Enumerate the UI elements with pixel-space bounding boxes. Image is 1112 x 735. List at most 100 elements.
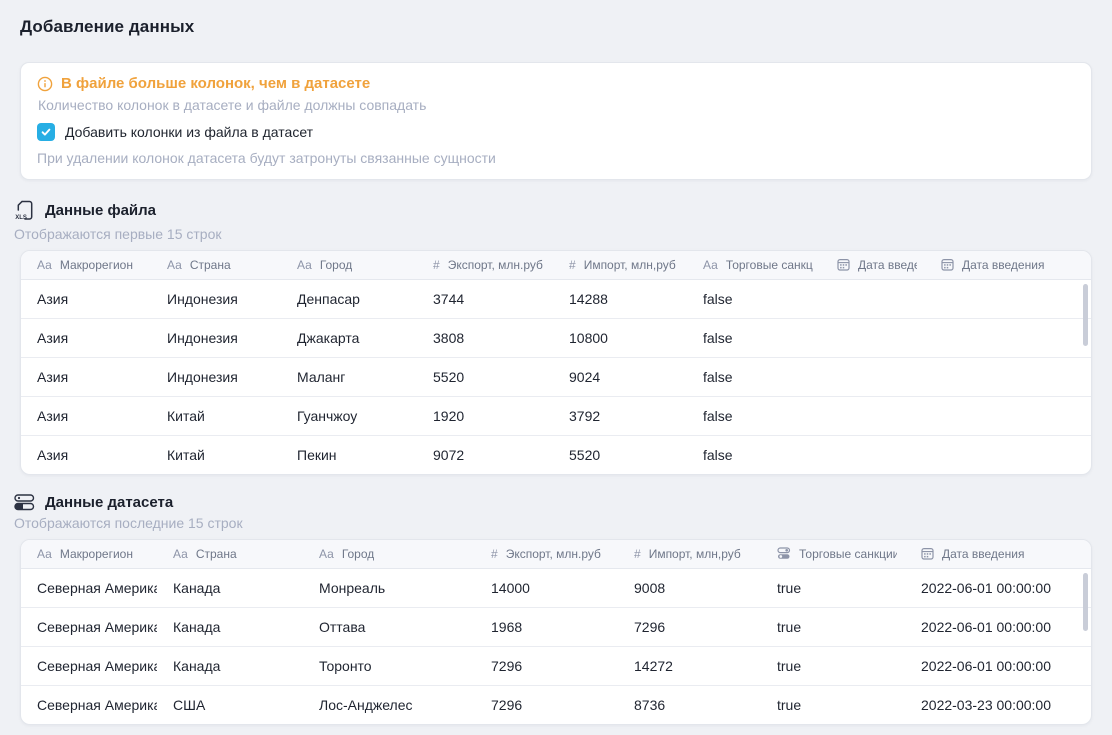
column-header: Аа Макрорегион xyxy=(21,251,151,279)
table-cell: Азия xyxy=(21,435,151,474)
date-type-icon xyxy=(921,547,934,560)
table-cell: false xyxy=(687,279,821,318)
xls-file-icon: XLS xyxy=(14,199,35,222)
table-cell: 2022-06-01 00:00:00 xyxy=(905,646,1091,685)
table-cell: Индонезия xyxy=(151,318,281,357)
table-cell: Северная Америка xyxy=(21,607,157,646)
svg-text:XLS: XLS xyxy=(15,215,27,221)
notice-subtitle: Количество колонок в датасете и файле до… xyxy=(38,97,1075,113)
table-cell: false xyxy=(687,318,821,357)
column-header: #Импорт, млн,руб xyxy=(553,251,687,279)
notice-card: В файле больше колонок, чем в датасете К… xyxy=(20,62,1092,180)
checkbox-label: Добавить колонки из файла в датасет xyxy=(65,124,313,140)
column-header-label: Экспорт, млн.руб xyxy=(448,258,543,272)
table-cell: 5520 xyxy=(553,435,687,474)
column-header: Дата введения xyxy=(821,251,925,279)
table-cell: Северная Америка xyxy=(21,646,157,685)
table-cell xyxy=(925,435,1091,474)
notice-title: В файле больше колонок, чем в датасете xyxy=(61,75,370,92)
vertical-scrollbar-thumb[interactable] xyxy=(1083,573,1088,631)
table-row: Северная АмерикаКанадаТоронто729614272tr… xyxy=(21,646,1091,685)
column-header: # Экспорт, млн.руб xyxy=(417,251,553,279)
table-row: АзияИндонезияМаланг55209024false xyxy=(21,357,1091,396)
table-cell: Оттава xyxy=(303,607,475,646)
table-cell: 14000 xyxy=(475,568,618,607)
text-type-icon: Аа xyxy=(703,259,718,271)
number-type-icon: # xyxy=(491,548,498,560)
table-cell: true xyxy=(761,685,905,724)
table-cell: 10800 xyxy=(553,318,687,357)
text-type-icon: Аа xyxy=(173,548,188,560)
text-type-icon: Аа xyxy=(37,259,52,271)
table-cell: США xyxy=(157,685,303,724)
table-cell: Китай xyxy=(151,396,281,435)
table-cell xyxy=(821,357,925,396)
table-cell xyxy=(821,435,925,474)
table-cell: false xyxy=(687,435,821,474)
table-row: АзияКитайПекин90725520false xyxy=(21,435,1091,474)
table-cell: 9072 xyxy=(417,435,553,474)
table-cell: Северная Америка xyxy=(21,685,157,724)
table-cell: Гуанчжоу xyxy=(281,396,417,435)
dataset-section-subtitle: Отображаются последние 15 строк xyxy=(14,515,1092,531)
text-type-icon: Аа xyxy=(297,259,312,271)
file-section-title: Данные файла xyxy=(45,202,156,219)
table-cell: true xyxy=(761,568,905,607)
database-icon xyxy=(14,494,35,511)
table-cell: Канада xyxy=(157,568,303,607)
column-header: Аа Торговые санкц... xyxy=(687,251,821,279)
table-cell xyxy=(821,279,925,318)
table-cell: Индонезия xyxy=(151,357,281,396)
column-header: # Экспорт, млн.руб xyxy=(475,540,618,568)
table-row: Северная АмерикаКанадаОттава19687296true… xyxy=(21,607,1091,646)
dataset-data-section: Данные датасета Отображаются последние 1… xyxy=(0,494,1112,725)
add-columns-checkbox[interactable]: Добавить колонки из файла в датасет xyxy=(37,123,1075,141)
column-header-label: Экспорт, млн.руб xyxy=(506,547,601,561)
column-header: АаГород xyxy=(281,251,417,279)
column-header-label: Торговые санкц... xyxy=(726,258,813,272)
info-icon xyxy=(37,76,53,92)
table-cell: 1920 xyxy=(417,396,553,435)
table-cell xyxy=(925,396,1091,435)
column-header-label: Импорт, млн,руб xyxy=(584,258,676,272)
number-type-icon: # xyxy=(433,259,440,271)
column-header-label: Дата введения xyxy=(858,258,917,272)
table-cell: 14288 xyxy=(553,279,687,318)
column-header: Торговые санкции xyxy=(761,540,905,568)
table-cell: Денпасар xyxy=(281,279,417,318)
text-type-icon: Аа xyxy=(319,548,334,560)
table-cell: Монреаль xyxy=(303,568,475,607)
checkbox-checked-icon[interactable] xyxy=(37,123,55,141)
table-cell: 3792 xyxy=(553,396,687,435)
file-section-subtitle: Отображаются первые 15 строк xyxy=(14,226,1092,242)
table-cell: 9024 xyxy=(553,357,687,396)
dataset-data-table: АаМакрорегионАаСтранаАаГород#Экспорт, мл… xyxy=(20,539,1092,725)
column-header: #Импорт, млн,руб xyxy=(618,540,761,568)
table-cell: Джакарта xyxy=(281,318,417,357)
table-cell: 7296 xyxy=(618,607,761,646)
table-cell: false xyxy=(687,396,821,435)
table-cell: Маланг xyxy=(281,357,417,396)
text-type-icon: Аа xyxy=(167,259,182,271)
vertical-scrollbar-thumb[interactable] xyxy=(1083,284,1088,346)
table-row: АзияИндонезияДжакарта380810800false xyxy=(21,318,1091,357)
table-cell: Пекин xyxy=(281,435,417,474)
table-cell xyxy=(925,279,1091,318)
column-header-label: Страна xyxy=(190,258,231,272)
column-header-label: Макрорегион xyxy=(60,258,133,272)
column-header-label: Импорт, млн,руб xyxy=(649,547,741,561)
table-row: Северная АмерикаСШАЛос-Анджелес72968736t… xyxy=(21,685,1091,724)
notice-note: При удалении колонок датасета будут затр… xyxy=(37,150,1075,166)
notice-title-row: В файле больше колонок, чем в датасете xyxy=(37,75,1075,92)
table-cell: 3808 xyxy=(417,318,553,357)
table-cell: 1968 xyxy=(475,607,618,646)
table-row: АзияКитайГуанчжоу19203792false xyxy=(21,396,1091,435)
table-cell xyxy=(821,318,925,357)
table-cell: true xyxy=(761,607,905,646)
table-cell: 14272 xyxy=(618,646,761,685)
file-data-table: Аа Макрорегион Аа Страна АаГород # Экспорт, мл… xyxy=(20,250,1092,475)
page-title: Добавление данных xyxy=(0,0,1112,37)
text-type-icon: Аа xyxy=(37,548,52,560)
table-cell xyxy=(821,396,925,435)
table-header-row: Аа Макрорегион Аа Страна АаГород # Экспорт, мл… xyxy=(21,251,1091,279)
